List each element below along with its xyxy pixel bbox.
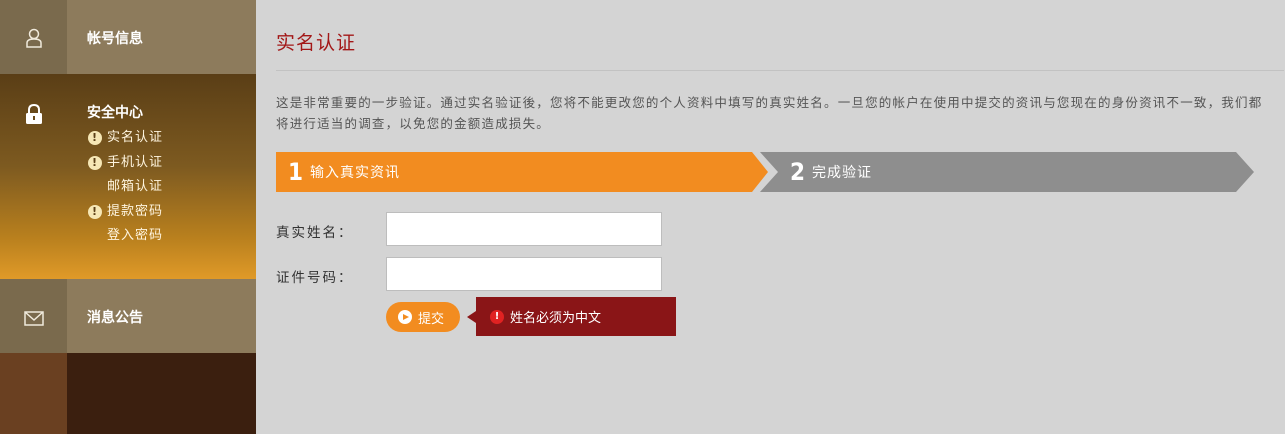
warning-icon: ! <box>88 131 102 145</box>
warning-icon: ! <box>88 204 102 219</box>
sidebar-item-label: 提款密码 <box>107 203 164 219</box>
step-1: 1 输入真实资讯 <box>276 152 768 192</box>
sidebar-section-security: 安全中心 ! 实名认证! 手机认证 邮箱认证! 提款密码 登入密码 <box>0 74 256 279</box>
sidebar-item-label: 登入密码 <box>107 228 164 243</box>
sidebar-title-messages[interactable]: 消息公告 <box>87 307 143 327</box>
lock-icon <box>26 104 42 124</box>
sidebar-title-account[interactable]: 帐号信息 <box>87 28 143 48</box>
security-submenu: ! 实名认证! 手机认证 邮箱认证! 提款密码 登入密码 <box>87 126 163 249</box>
id-number-input[interactable] <box>386 257 662 291</box>
sidebar-icon-column <box>0 0 67 74</box>
sidebar: 帐号信息 安全中心 ! 实名认证! 手机认证 邮箱认证! 提款密码 登入密码 消息公告 <box>0 0 256 434</box>
step-number: 1 <box>288 158 304 186</box>
id-number-label: 证件号码： <box>276 270 354 286</box>
error-tooltip: ! 姓名必须为中文 <box>467 297 676 336</box>
exclamation-icon: ! <box>490 309 504 324</box>
sidebar-section-body: 安全中心 ! 实名认证! 手机认证 邮箱认证! 提款密码 登入密码 <box>67 74 256 279</box>
step-2: 2 完成验证 <box>760 152 1254 192</box>
sidebar-item-security-sub[interactable]: ! 手机认证 <box>87 151 163 176</box>
sidebar-section-body: 消息公告 <box>67 279 256 353</box>
envelope-icon <box>24 311 44 326</box>
step-number: 2 <box>790 158 806 186</box>
sidebar-item-security-sub[interactable]: 邮箱认证 <box>87 175 163 200</box>
progress-steps: 1 输入真实资讯 2 完成验证 <box>276 152 1256 192</box>
step-label: 输入真实资讯 <box>310 165 401 181</box>
sidebar-section-messages[interactable]: 消息公告 <box>0 279 256 353</box>
real-name-label: 真实姓名： <box>276 225 354 241</box>
main-content: 实名认证 这是非常重要的一步验证。通过实名验证後，您将不能更改您的个人资料中填写… <box>256 0 1285 434</box>
sidebar-item-label: 手机认证 <box>107 154 164 170</box>
play-icon <box>398 310 412 324</box>
step-label: 完成验证 <box>812 165 873 181</box>
sidebar-icon-column <box>0 279 67 353</box>
sidebar-item-label: 实名认证 <box>107 130 164 145</box>
error-message: 姓名必须为中文 <box>510 311 602 326</box>
sidebar-item-security-sub[interactable]: 登入密码 <box>87 224 163 249</box>
sidebar-item-security-sub[interactable]: ! 提款密码 <box>87 200 163 225</box>
title-divider <box>276 70 1284 71</box>
sidebar-footer <box>0 353 256 434</box>
warning-icon: ! <box>88 155 102 170</box>
sidebar-icon-column <box>0 74 67 279</box>
sidebar-section-body: 帐号信息 <box>67 0 256 74</box>
sidebar-section-account[interactable]: 帐号信息 <box>0 0 256 74</box>
real-name-input[interactable] <box>386 212 662 246</box>
submit-label: 提交 <box>418 311 445 327</box>
sidebar-item-security-sub[interactable]: ! 实名认证 <box>87 126 163 151</box>
person-icon <box>26 28 42 48</box>
page-title: 实名认证 <box>276 32 357 54</box>
sidebar-icon-column <box>0 353 67 434</box>
intro-text: 这是非常重要的一步验证。通过实名验证後，您将不能更改您的个人资料中填写的真实姓名… <box>276 95 1263 131</box>
sidebar-item-label: 邮箱认证 <box>107 179 164 194</box>
sidebar-title-security[interactable]: 安全中心 <box>87 102 143 122</box>
submit-button[interactable]: 提交 <box>386 302 460 332</box>
